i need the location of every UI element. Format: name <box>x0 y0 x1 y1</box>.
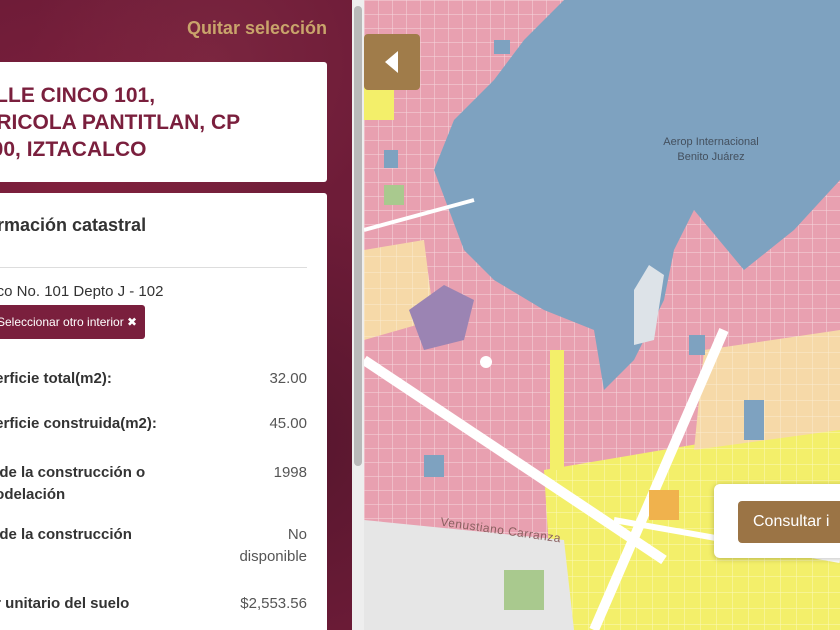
row-key: o de la construcción <box>0 526 132 543</box>
row-value: 45.00 <box>269 415 307 432</box>
clear-selection-link[interactable]: Quitar selección <box>187 18 327 39</box>
consult-button[interactable]: Consultar i <box>738 501 840 543</box>
row-value: No disponible <box>239 526 307 565</box>
sidebar-scrollbar[interactable] <box>352 0 364 630</box>
collapse-panel-button[interactable] <box>364 34 420 90</box>
select-other-interior-button[interactable]: Seleccionar otro interior ✖ <box>0 305 146 339</box>
divider <box>0 267 307 268</box>
row-key: or unitario del suelo <box>0 595 130 612</box>
row-key: perficie construida(m2): <box>0 415 157 432</box>
chevron-left-icon <box>385 51 398 73</box>
info-title: ormación catastral <box>0 215 147 235</box>
cadastral-info-card: ormación catastral inco No. 101 Depto J … <box>0 193 327 630</box>
airport-map-label: Aerop Internacional Benito Juárez <box>663 136 759 163</box>
row-key: o de la construcción o nodelación <box>0 464 146 503</box>
scroll-thumb[interactable] <box>354 6 362 466</box>
row-value: 1998 <box>273 464 307 481</box>
row-key: perficie total(m2): <box>0 370 112 387</box>
row-value: $2,553.56 <box>240 595 307 612</box>
row-value: 32.00 <box>269 370 307 387</box>
address-card: ALLE CINCO 101, GRICOLA PANTITLAN, CP 10… <box>0 62 327 182</box>
interior-label: inco No. 101 Depto J - 102 <box>0 283 164 300</box>
address-text: ALLE CINCO 101, GRICOLA PANTITLAN, CP 10… <box>0 84 241 161</box>
sidebar: Quitar selección ALLE CINCO 101, GRICOLA… <box>0 0 352 630</box>
consult-popup: Consultar i <box>714 484 840 558</box>
